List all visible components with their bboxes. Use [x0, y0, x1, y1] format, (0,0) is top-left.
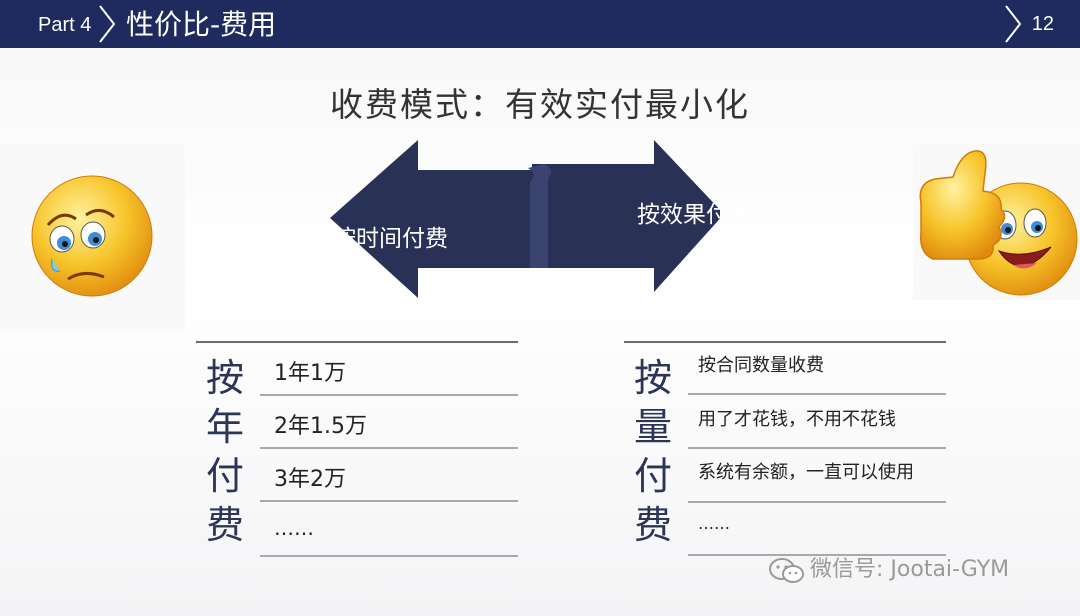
row-divider [260, 447, 518, 449]
heading-char: 付 [634, 454, 673, 498]
heading-char: 按 [634, 356, 673, 400]
chevron-right-icon [1005, 5, 1022, 43]
heading-char: 费 [206, 503, 245, 547]
list-item: …… [274, 516, 314, 540]
list-item: …… [698, 514, 730, 533]
happy-face-panel [913, 143, 1080, 300]
list-item: 系统有余额，一直可以使用 [698, 462, 914, 483]
right-list-top-rule [624, 341, 946, 343]
row-divider [260, 555, 518, 557]
heading-char: 年 [206, 405, 245, 449]
section-title: 性价比-费用 [126, 8, 277, 41]
watermark-text: 微信号: Jootai-GYM [810, 557, 1010, 582]
row-divider [260, 500, 518, 502]
page-number: 12 [1031, 13, 1054, 35]
thumbs-up-happy-face-icon [919, 150, 1078, 296]
sad-face-panel [0, 143, 185, 331]
list-item: 1年1万 [274, 361, 346, 386]
pay-by-time-label: 按时间付费 [333, 226, 448, 252]
heading-char: 量 [634, 405, 673, 449]
page-title: 收费模式：有效实付最小化 [330, 85, 750, 124]
heading-char: 按 [206, 356, 245, 400]
chevron-right-icon [99, 5, 116, 43]
heading-char: 付 [206, 454, 245, 498]
list-item: 2年1.5万 [274, 414, 367, 439]
heading-char: 费 [634, 503, 673, 547]
row-divider [688, 393, 946, 395]
row-divider [688, 447, 946, 449]
list-item: 用了才花钱，不用不花钱 [698, 409, 896, 430]
left-list-top-rule [196, 341, 518, 343]
sad-face-icon [31, 175, 153, 297]
row-divider [688, 501, 946, 503]
list-item: 3年2万 [274, 467, 346, 492]
header-bar: Part 4 性价比-费用 12 [0, 0, 1080, 48]
pay-by-result-label: 按效果付费 [637, 202, 752, 228]
wechat-icon [769, 558, 804, 583]
row-divider [260, 394, 518, 396]
list-item: 按合同数量收费 [698, 355, 824, 376]
